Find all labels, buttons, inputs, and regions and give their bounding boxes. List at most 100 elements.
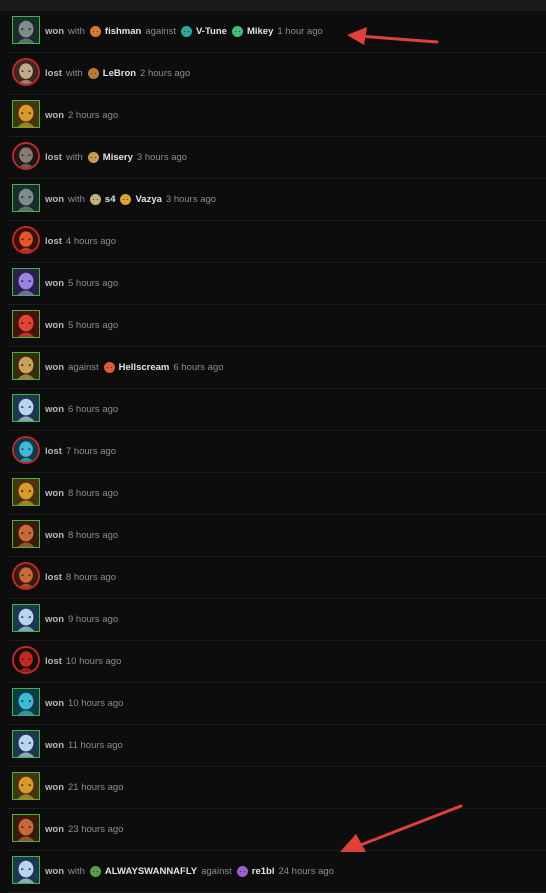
match-time: 23 hours ago xyxy=(68,824,124,835)
match-row[interactable]: won with fishman against V-Tune Mikey 1 hour a… xyxy=(8,11,546,53)
ice-maiden-hero-icon[interactable] xyxy=(12,394,40,422)
match-time: 5 hours ago xyxy=(68,320,119,331)
red-demon-hero-icon xyxy=(103,361,116,374)
player-link[interactable]: V-Tune xyxy=(180,25,227,38)
ice-maiden-hero-icon[interactable] xyxy=(12,604,40,632)
player-name[interactable]: re1bl xyxy=(252,866,275,877)
match-summary: lost with Misery 3 hours ago xyxy=(45,137,187,178)
bronze-mask-hero-icon[interactable] xyxy=(12,814,40,842)
match-row[interactable]: won 21 hours ago xyxy=(8,767,546,809)
player-name[interactable]: LeBron xyxy=(103,68,136,79)
match-row[interactable]: won 10 hours ago xyxy=(8,683,546,725)
match-summary: won with s4 Vazya 3 hours ago xyxy=(45,179,216,220)
match-row[interactable]: won 5 hours ago xyxy=(8,263,546,305)
match-row[interactable]: lost with Misery 3 hours ago xyxy=(8,137,546,179)
match-result: won xyxy=(45,404,64,415)
match-row[interactable]: lost with LeBron 2 hours ago xyxy=(8,53,546,95)
player-name[interactable]: fishman xyxy=(105,26,141,37)
match-summary: won 11 hours ago xyxy=(45,725,123,766)
match-row[interactable]: won with s4 Vazya 3 hours ago xyxy=(8,179,546,221)
player-link[interactable]: ALWAYSWANNAFLY xyxy=(89,865,197,878)
match-summary: won 5 hours ago xyxy=(45,305,118,346)
bronze-mask-hero-icon[interactable] xyxy=(12,520,40,548)
match-time: 24 hours ago xyxy=(278,866,334,877)
match-row[interactable]: lost 4 hours ago xyxy=(8,221,546,263)
match-row[interactable]: won with ALWAYSWANNAFLY against re1bl 24 hour… xyxy=(8,851,546,893)
match-row[interactable]: won 8 hours ago xyxy=(8,473,546,515)
player-link[interactable]: Hellscream xyxy=(103,361,170,374)
match-result: won xyxy=(45,782,64,793)
match-result: won xyxy=(45,110,64,121)
match-result: won xyxy=(45,362,64,373)
match-time: 3 hours ago xyxy=(165,194,217,205)
match-summary: lost 4 hours ago xyxy=(45,221,116,262)
golden-insect-hero-icon[interactable] xyxy=(12,772,40,800)
match-row[interactable]: won 9 hours ago xyxy=(8,599,546,641)
golden-insect-hero-icon[interactable] xyxy=(12,478,40,506)
ice-maiden-hero-icon[interactable] xyxy=(12,730,40,758)
match-time: 1 hour ago xyxy=(277,26,323,37)
shadow-fiend-hero-icon[interactable] xyxy=(12,646,40,674)
match-row[interactable]: lost 8 hours ago xyxy=(8,557,546,599)
ice-maiden-hero-icon[interactable] xyxy=(12,856,40,884)
match-summary: won 21 hours ago xyxy=(45,767,123,808)
red-brute-hero-icon[interactable] xyxy=(12,310,40,338)
match-row[interactable]: won 11 hours ago xyxy=(8,725,546,767)
match-time: 5 hours ago xyxy=(68,278,119,289)
player-name[interactable]: Misery xyxy=(103,152,133,163)
with-label: with xyxy=(68,866,85,877)
match-summary: won 9 hours ago xyxy=(45,599,118,640)
purple-mage-hero-icon[interactable] xyxy=(12,268,40,296)
flame-lord-hero-icon[interactable] xyxy=(12,226,40,254)
player-link[interactable]: Mikey xyxy=(231,25,273,38)
dark-demon-hero-icon[interactable] xyxy=(12,142,40,170)
match-row[interactable]: lost 10 hours ago xyxy=(8,641,546,683)
player-link[interactable]: re1bl xyxy=(236,865,275,878)
player-name[interactable]: Hellscream xyxy=(119,362,170,373)
bull-hero-icon xyxy=(87,67,100,80)
top-bar xyxy=(0,0,546,11)
match-time: 8 hours ago xyxy=(68,488,119,499)
match-summary: won 2 hours ago xyxy=(45,95,118,136)
tidal-beast-hero-icon[interactable] xyxy=(12,688,40,716)
match-row[interactable]: won 2 hours ago xyxy=(8,95,546,137)
with-label: with xyxy=(65,152,83,163)
match-row[interactable]: won 23 hours ago xyxy=(8,809,546,851)
player-name[interactable]: V-Tune xyxy=(196,26,227,37)
match-result: won xyxy=(45,698,64,709)
player-link[interactable]: Vazya xyxy=(119,193,162,206)
player-name[interactable]: Mikey xyxy=(247,26,273,37)
match-result: lost xyxy=(45,446,62,457)
match-result: won xyxy=(45,866,64,877)
player-link[interactable]: fishman xyxy=(89,25,141,38)
tidal-beast-hero-icon[interactable] xyxy=(12,436,40,464)
green-orc-hero-icon xyxy=(89,865,102,878)
match-row[interactable]: won against Hellscream 6 hours ago xyxy=(8,347,546,389)
match-summary: lost with LeBron 2 hours ago xyxy=(45,53,190,94)
player-name[interactable]: Vazya xyxy=(135,194,161,205)
match-result: won xyxy=(45,278,64,289)
player-link[interactable]: Misery xyxy=(87,151,133,164)
orange-beast-hero-icon xyxy=(89,25,102,38)
match-summary: won 23 hours ago xyxy=(45,809,123,850)
match-row[interactable]: won 8 hours ago xyxy=(8,515,546,557)
match-time: 9 hours ago xyxy=(68,614,119,625)
match-summary: lost 7 hours ago xyxy=(45,431,116,472)
hooded-assassin-hero-icon[interactable] xyxy=(12,16,40,44)
player-name[interactable]: s4 xyxy=(105,194,116,205)
player-name[interactable]: ALWAYSWANNAFLY xyxy=(105,866,197,877)
golden-insect-hero-icon[interactable] xyxy=(12,100,40,128)
skull-warrior-hero-icon[interactable] xyxy=(12,58,40,86)
player-link[interactable]: s4 xyxy=(89,193,116,206)
golden-warrior-hero-icon[interactable] xyxy=(12,352,40,380)
match-summary: won 8 hours ago xyxy=(45,473,118,514)
hooded-assassin-hero-icon[interactable] xyxy=(12,184,40,212)
player-link[interactable]: LeBron xyxy=(87,67,136,80)
against-label: against xyxy=(145,26,176,37)
match-time: 4 hours ago xyxy=(65,236,117,247)
match-row[interactable]: lost 7 hours ago xyxy=(8,431,546,473)
match-row[interactable]: won 5 hours ago xyxy=(8,305,546,347)
match-row[interactable]: won 6 hours ago xyxy=(8,389,546,431)
bronze-mask-hero-icon[interactable] xyxy=(12,562,40,590)
with-label: with xyxy=(65,68,83,79)
